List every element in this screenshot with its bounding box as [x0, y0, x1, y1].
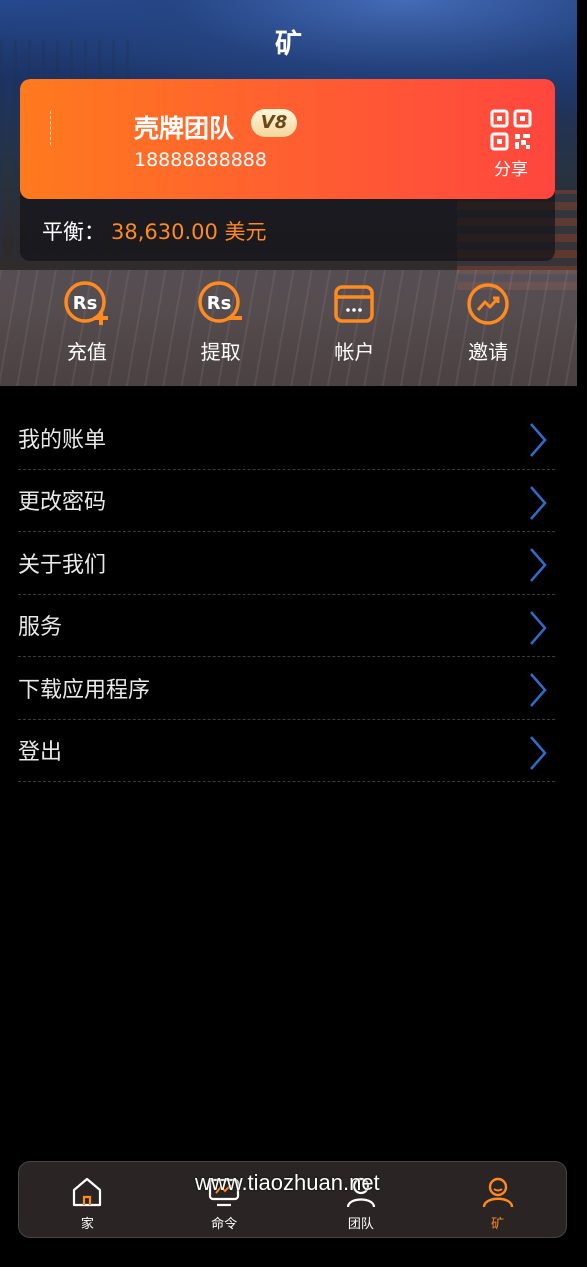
phone-number: 18888888888 [134, 149, 267, 171]
menu-item-my-bills[interactable]: 我的账单 [18, 407, 555, 470]
balance-row: 平衡： 38,630.00 美元 [42, 216, 267, 246]
action-invite[interactable]: 邀请 [421, 280, 555, 370]
card-icon [334, 285, 375, 323]
svg-text:Rs: Rs [206, 293, 231, 314]
balance-label: 平衡： [42, 220, 105, 244]
trend-icon [467, 283, 509, 325]
menu-label: 服务 [18, 615, 63, 641]
menu-label: 我的账单 [18, 427, 107, 453]
action-label: 充值 [66, 340, 107, 364]
qr-code-icon [490, 109, 532, 151]
share-button[interactable]: 分享 [488, 109, 534, 180]
action-label: 帐户 [334, 340, 375, 364]
chevron-right-icon [530, 548, 547, 582]
chevron-right-icon [530, 735, 547, 770]
action-withdraw[interactable]: Rs 提取 [154, 280, 288, 370]
action-recharge[interactable]: Rs 充值 [20, 280, 154, 370]
avatar[interactable] [50, 111, 58, 145]
share-label: 分享 [494, 160, 528, 180]
action-label: 邀请 [468, 340, 509, 364]
chevron-right-icon [530, 485, 547, 520]
chevron-right-icon [530, 610, 547, 645]
team-name: 壳牌团队 [134, 114, 235, 143]
profile-card: 壳牌团队 V8 18888888888 分享 平衡： 38,630.00 美元 [20, 79, 555, 261]
tab-label: 矿 [491, 1217, 505, 1232]
svg-text:Rs: Rs [73, 293, 98, 314]
page-title: 矿 [275, 29, 302, 60]
action-account[interactable]: 帐户 [288, 280, 422, 370]
balance-amount: 38,630.00 美元 [111, 220, 267, 244]
tab-label: 家 [80, 1217, 94, 1232]
tab-label: 命令 [211, 1217, 238, 1232]
settings-menu: 我的账单 更改密码 关于我们 服务 下载应用程序 登出 [18, 407, 555, 782]
quick-actions: Rs 充值 Rs 提取 帐户 邀请 [20, 280, 555, 370]
menu-item-about-us[interactable]: 关于我们 [18, 532, 555, 595]
chevron-right-icon [530, 423, 547, 457]
profile-card-header: 壳牌团队 V8 18888888888 分享 [20, 79, 555, 199]
tab-mine[interactable]: 矿 [429, 1162, 566, 1237]
watermark-text: www.tiaozhuan.net [195, 1170, 380, 1195]
chevron-right-icon [530, 673, 547, 707]
action-label: 提取 [200, 340, 241, 364]
menu-item-download-app[interactable]: 下载应用程序 [18, 657, 555, 720]
user-circle-icon [482, 1177, 513, 1208]
menu-label: 更改密码 [18, 490, 107, 516]
home-icon [73, 1177, 102, 1207]
tab-label: 团队 [347, 1217, 374, 1232]
menu-item-logout[interactable]: 登出 [18, 720, 555, 782]
menu-item-change-password[interactable]: 更改密码 [18, 470, 555, 532]
menu-label: 关于我们 [18, 552, 107, 578]
menu-label: 下载应用程序 [18, 677, 151, 703]
rupee-withdraw-icon: Rs [197, 281, 242, 323]
tab-home[interactable]: 家 [19, 1162, 156, 1237]
menu-item-service[interactable]: 服务 [18, 595, 555, 657]
level-badge: V8 [251, 109, 297, 137]
rupee-add-icon: Rs [64, 281, 108, 325]
menu-label: 登出 [18, 740, 63, 766]
